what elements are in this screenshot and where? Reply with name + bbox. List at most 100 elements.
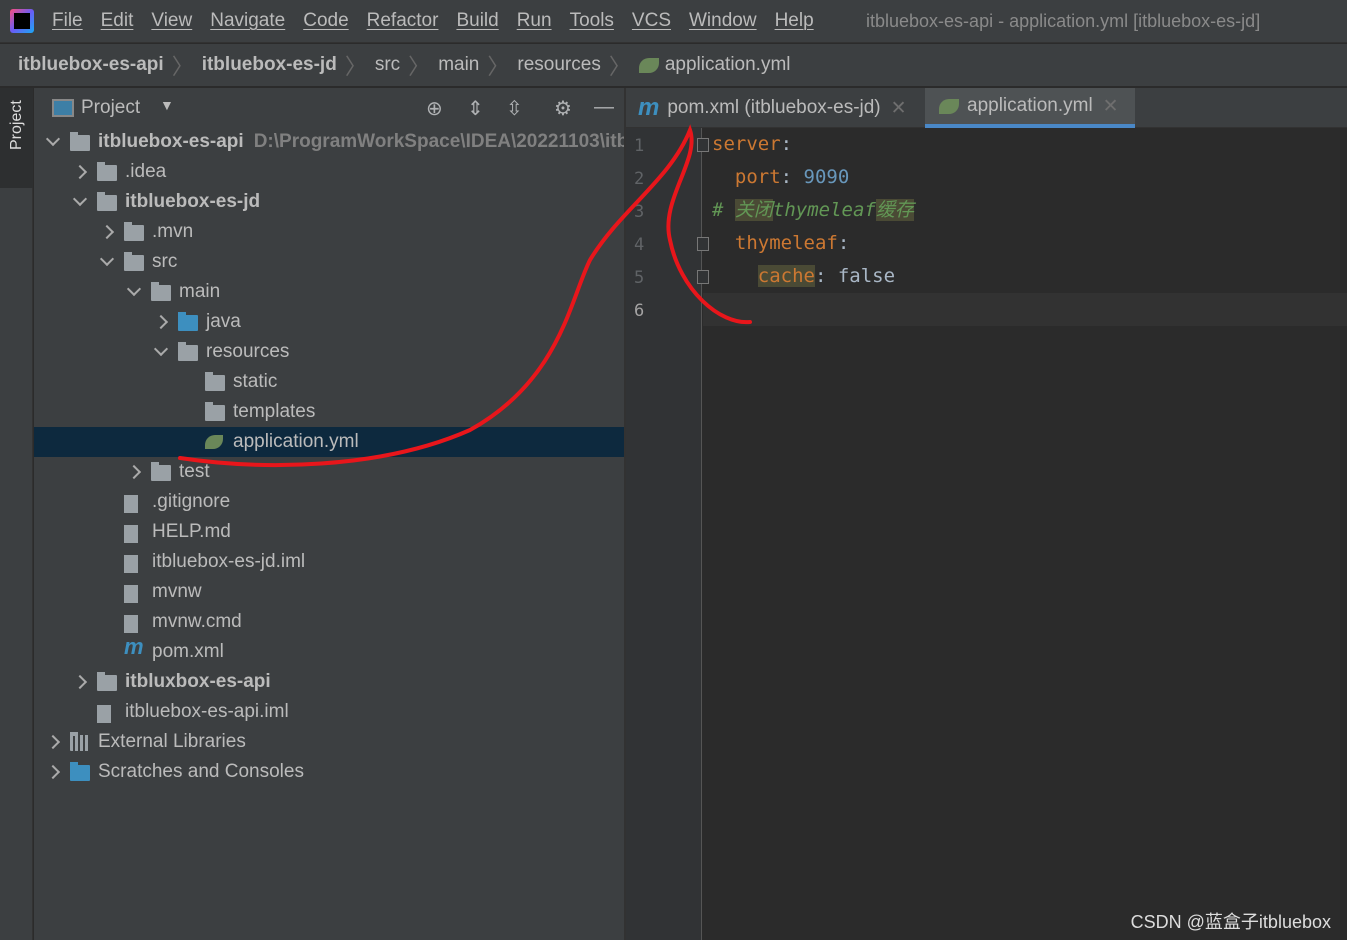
breadcrumb-item[interactable]: src [375,54,400,76]
code-line: # 关闭thymeleaf缓存 [712,194,914,227]
line-number: 6 [634,301,645,321]
menu-view[interactable]: View [151,10,192,32]
tree-item[interactable]: .idea [34,157,624,187]
tree-item[interactable]: m pom.xml [34,634,624,667]
tree-item[interactable]: resources [34,337,624,367]
menu-tools[interactable]: Tools [570,10,614,32]
tree-item[interactable]: static [34,367,624,397]
spring-icon [939,98,959,114]
breadcrumb-item[interactable]: main [438,54,479,76]
module-icon [97,672,117,691]
chevron-down-icon[interactable] [126,281,142,297]
tab-label: pom.xml (itbluebox-es-jd) [667,97,881,118]
code-token: port [712,166,781,188]
tree-item[interactable]: itbluebox-es-jd [34,187,624,217]
tab-application-yml[interactable]: application.yml ✕ [925,88,1135,128]
menu-build[interactable]: Build [456,10,498,32]
chevron-right-icon: 〉 [487,54,510,79]
fold-icon[interactable] [697,237,709,251]
tree-item-text: static [233,371,278,392]
breadcrumb-item[interactable]: itbluebox-es-jd [202,54,337,76]
tree-item[interactable]: .gitignore [34,487,624,517]
tree-item-label: test [179,461,210,483]
tree-item[interactable]: itbluebox-es-jd.iml [34,547,624,577]
project-tool-tab[interactable]: Project [0,88,33,188]
breadcrumb-item[interactable]: resources [517,54,600,76]
module-icon [97,192,117,211]
tree-item[interactable]: application.yml [34,427,624,457]
tree-item-text: .idea [125,161,167,182]
tree-item[interactable]: itbluebox-es-api D:\ProgramWorkSpace\IDEA… [34,127,628,157]
breadcrumb-item[interactable]: application.yml [665,54,791,76]
chevron-right-icon[interactable] [45,764,61,780]
watermark: CSDN @蓝盒子itbluebox [1130,912,1331,932]
close-icon[interactable]: ✕ [1103,95,1119,118]
menu-window[interactable]: Window [689,10,757,32]
file-icon [124,615,138,633]
tree-item-text: itbluebox-es-jd.iml [152,551,306,572]
chevron-down-icon[interactable] [45,131,61,147]
tree-item[interactable]: Scratches and Consoles [34,757,624,787]
tree-item-text: test [179,461,210,482]
project-view-title[interactable]: Project [81,97,140,119]
menu-help[interactable]: Help [775,10,814,32]
folder-icon [205,402,225,421]
expand-all-icon[interactable]: ⇕ [467,96,484,121]
code-token: : false [814,265,896,287]
chevron-right-icon[interactable] [72,164,88,180]
code-token: cache [757,265,815,287]
tree-item[interactable]: mvnw [34,577,624,607]
locate-icon[interactable]: ⊕ [426,96,443,121]
menu-code[interactable]: Code [303,10,348,32]
fold-icon[interactable] [697,270,709,284]
chevron-down-icon[interactable] [153,341,169,357]
menu-file[interactable]: File [52,10,83,32]
tree-item-text: src [152,251,178,272]
tab-pom-xml[interactable]: m pom.xml (itbluebox-es-jd) ✕ [626,88,924,128]
code-token: thymeleaf [712,232,838,254]
tree-item[interactable]: External Libraries [34,727,624,757]
tree-item[interactable]: itbluxbox-es-api [34,667,624,697]
chevron-right-icon[interactable] [45,734,61,750]
chevron-right-icon[interactable] [153,314,169,330]
tree-item-label: itbluebox-es-api D:\ProgramWorkSpace\IDEA… [98,131,628,153]
tree-item-text: .gitignore [152,491,231,512]
menu-run[interactable]: Run [517,10,552,32]
chevron-right-icon[interactable] [99,224,115,240]
tree-item[interactable]: main [34,277,624,307]
tree-item[interactable]: src [34,247,624,277]
file-icon [97,705,111,723]
module-icon [70,132,90,151]
tree-item-label: itbluebox-es-jd.iml [152,551,305,573]
tree-item-text: HELP.md [152,521,231,542]
chevron-right-icon[interactable] [72,674,88,690]
tree-item[interactable]: java [34,307,624,337]
tree-item[interactable]: HELP.md [34,517,624,547]
view-dropdown-icon[interactable]: ▼ [160,97,174,113]
menu-edit[interactable]: Edit [101,10,134,32]
breadcrumb-item[interactable]: itbluebox-es-api [18,54,164,76]
tree-item[interactable]: templates [34,397,624,427]
chevron-down-icon[interactable] [72,191,88,207]
line-number: 4 [634,235,645,255]
minimize-icon[interactable]: — [594,96,614,119]
tree-item[interactable]: .mvn [34,217,624,247]
code-editor[interactable]: 123456 server: port: 9090 # 关闭thymeleaf缓存… [626,128,1347,940]
menu-vcs[interactable]: VCS [632,10,671,32]
menu-navigate[interactable]: Navigate [210,10,285,32]
collapse-all-icon[interactable]: ⇳ [506,96,523,121]
file-icon [124,525,138,543]
tree-item[interactable]: itbluebox-es-api.iml [34,697,624,727]
tree-item[interactable]: test [34,457,624,487]
chevron-down-icon[interactable] [99,251,115,267]
chevron-right-icon[interactable] [126,464,142,480]
fold-icon[interactable] [697,138,709,152]
close-icon[interactable]: ✕ [891,97,907,120]
gear-icon[interactable]: ⚙ [554,96,572,121]
tree-item-label: mvnw.cmd [152,611,242,633]
menu-refactor[interactable]: Refactor [367,10,439,32]
tree-item-label: itbluebox-es-api.iml [125,701,289,723]
tree-item-label: templates [233,401,315,423]
tree-item-label: itbluebox-es-jd [125,191,260,213]
tree-item[interactable]: mvnw.cmd [34,607,624,637]
